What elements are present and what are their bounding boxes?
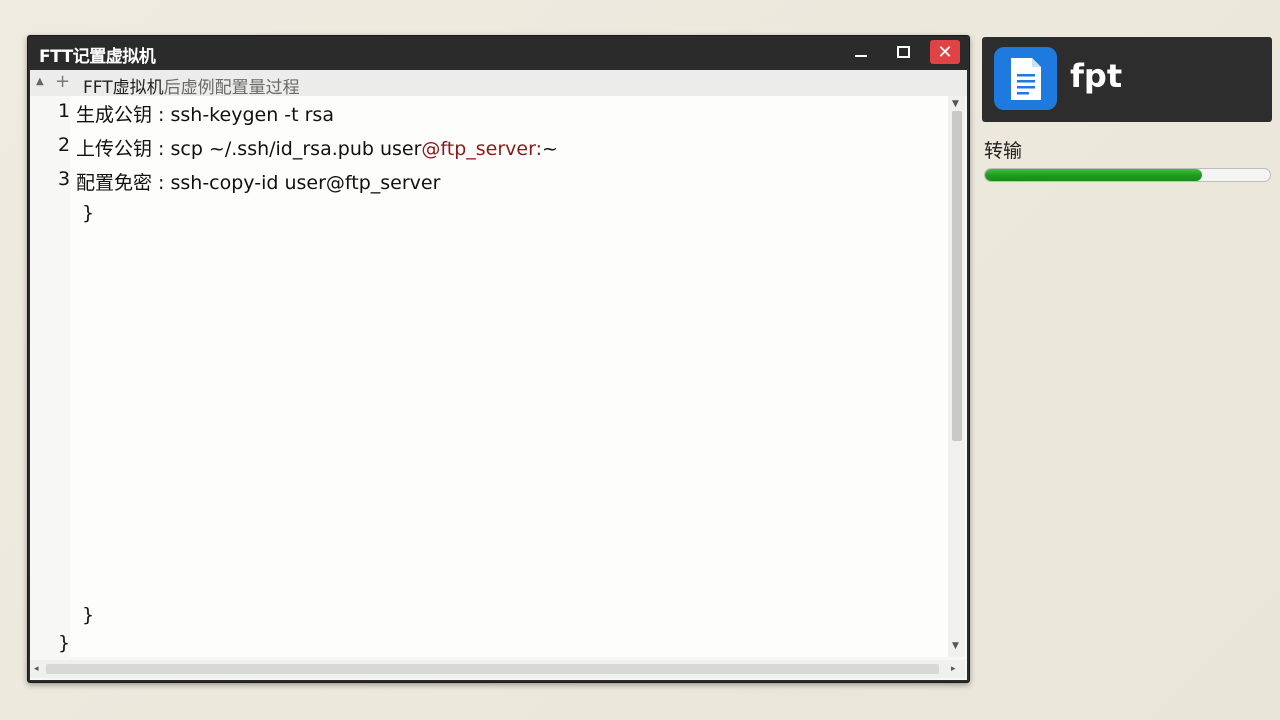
breadcrumb-text[interactable]: FFT虚拟机后虚例配置量过程 [83, 73, 300, 98]
closing-brace-middle: } [82, 604, 95, 626]
scroll-left-icon[interactable]: ◂ [34, 664, 39, 674]
tile-app-label: fpt [1070, 57, 1123, 95]
code-line-1-code: ssh-keygen -t rsa [170, 104, 334, 126]
line-number-2: 2 [58, 134, 71, 156]
code-line-2-tail: ~ [542, 138, 558, 160]
code-line-3-label: 配置免密 : [76, 172, 171, 194]
breadcrumb-secondary: 后虚例配置量过程 [163, 78, 300, 98]
close-button[interactable]: ✕ [930, 40, 960, 64]
code-line-1-label: 生成公钥 : [76, 104, 171, 126]
closing-brace-inner: } [82, 202, 95, 224]
document-icon [994, 47, 1057, 110]
desktop: FTT记置虚拟机 ✕ ▲ + FFT虚拟机后虚例配置量过程 1 生成公钥 : s… [0, 0, 1280, 720]
line-number-3: 3 [58, 168, 71, 190]
scroll-up-icon[interactable]: ▼ [952, 99, 959, 109]
breadcrumb-main: FFT虚拟机 [83, 78, 164, 98]
code-line-2[interactable]: 上传公钥 : scp ~/.ssh/id_rsa.pub user@ftp_se… [76, 134, 558, 161]
file-notification-tile[interactable]: fpt [982, 37, 1272, 122]
transfer-progress-bar [984, 168, 1271, 182]
window-client: ▲ + FFT虚拟机后虚例配置量过程 1 生成公钥 : ssh-keygen -… [30, 70, 967, 680]
code-line-2-code: scp ~/.ssh/id_rsa.pub user [170, 138, 422, 160]
text-editor-area[interactable]: 1 生成公钥 : ssh-keygen -t rsa 2 上传公钥 : scp … [50, 96, 948, 657]
close-icon: ✕ [937, 41, 953, 63]
title-bar[interactable]: FTT记置虚拟机 ✕ [28, 36, 969, 68]
vertical-scrollbar[interactable]: ▼ ▼ [948, 96, 965, 657]
code-line-2-label: 上传公钥 : [76, 138, 171, 160]
minimize-icon [855, 55, 867, 57]
scroll-down-icon[interactable]: ▼ [952, 641, 959, 651]
line-number-1: 1 [58, 100, 71, 122]
breadcrumb: ▲ + FFT虚拟机后虚例配置量过程 [30, 70, 967, 98]
code-line-2-host: @ftp_server: [421, 138, 542, 160]
horizontal-scroll-thumb[interactable] [46, 664, 939, 674]
code-line-3-code: ssh-copy-id user@ftp_server [170, 172, 441, 194]
scroll-right-icon[interactable]: ▸ [951, 664, 956, 674]
editor-window: FTT记置虚拟机 ✕ ▲ + FFT虚拟机后虚例配置量过程 1 生成公钥 : s… [27, 35, 970, 683]
transfer-progress-fill [985, 169, 1202, 181]
code-line-3[interactable]: 配置免密 : ssh-copy-id user@ftp_server [76, 168, 440, 195]
horizontal-scrollbar[interactable]: ◂ ▸ [30, 660, 965, 678]
maximize-icon [896, 46, 910, 58]
maximize-button[interactable] [888, 40, 918, 64]
window-title: FTT记置虚拟机 [39, 47, 156, 67]
collapse-arrow-icon[interactable]: ▲ [36, 76, 44, 87]
minimize-button[interactable] [846, 40, 876, 64]
add-icon[interactable]: + [55, 71, 70, 92]
vertical-scroll-thumb[interactable] [952, 111, 962, 441]
code-line-1[interactable]: 生成公钥 : ssh-keygen -t rsa [76, 100, 334, 127]
transfer-label: 转输 [984, 140, 1023, 162]
closing-brace-outer: } [58, 632, 71, 654]
